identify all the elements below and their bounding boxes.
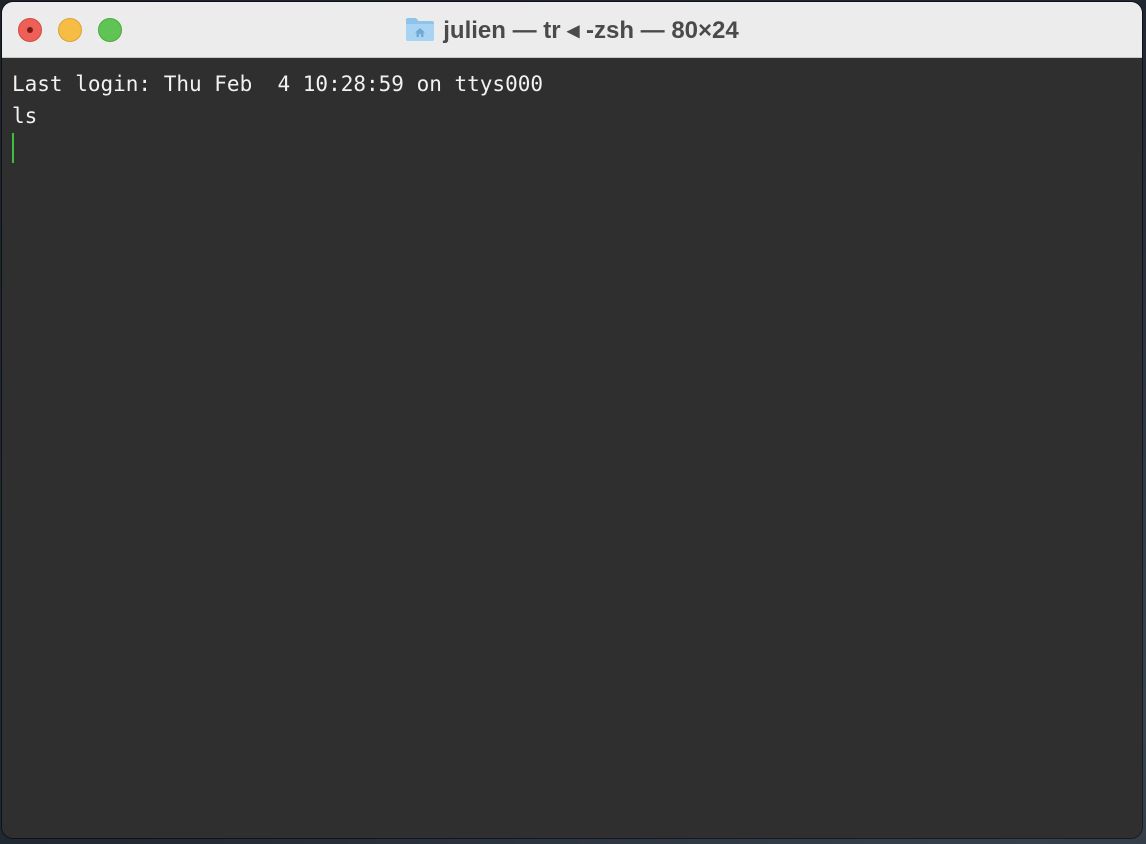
terminal-prompt-line[interactable] — [12, 132, 1132, 164]
terminal-line-login: Last login: Thu Feb 4 10:28:59 on ttys00… — [12, 72, 544, 96]
text-cursor — [12, 133, 14, 163]
window-title: julien — tr ◂ -zsh — 80×24 — [443, 16, 739, 44]
terminal-line-command: ls — [12, 104, 38, 128]
terminal-content[interactable]: Last login: Thu Feb 4 10:28:59 on ttys00… — [2, 58, 1142, 838]
window-title-group: julien — tr ◂ -zsh — 80×24 — [2, 2, 1142, 58]
home-folder-icon — [406, 18, 435, 41]
title-bar[interactable]: julien — tr ◂ -zsh — 80×24 — [2, 2, 1142, 58]
terminal-window: julien — tr ◂ -zsh — 80×24 Last login: T… — [2, 2, 1142, 838]
